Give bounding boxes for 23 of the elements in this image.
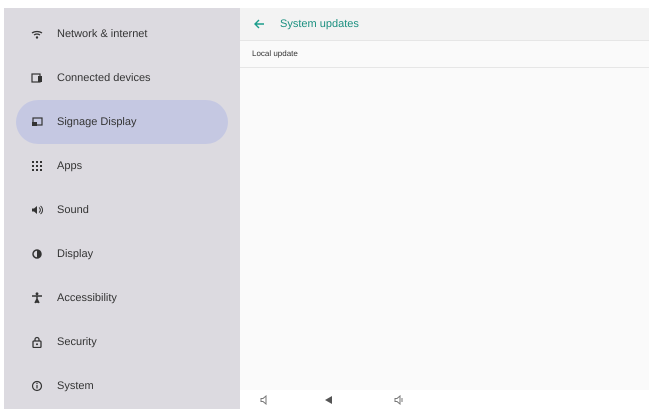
info-icon: [31, 380, 43, 392]
sidebar-item[interactable]: Network & internet: [16, 12, 228, 56]
lock-icon: [31, 336, 43, 348]
speaker-icon: [31, 204, 43, 216]
screen-icon: [31, 116, 43, 128]
sidebar-item[interactable]: Signage Display: [16, 100, 228, 144]
sidebar-item[interactable]: Sound: [16, 188, 228, 232]
sidebar-item[interactable]: Apps: [16, 144, 228, 188]
sidebar-item[interactable]: Connected devices: [16, 56, 228, 100]
sidebar-item[interactable]: System: [16, 364, 228, 408]
sidebar-item[interactable]: Accessibility: [16, 276, 228, 320]
back-triangle-icon[interactable]: [325, 396, 333, 404]
half-circle-icon: [31, 248, 43, 260]
sidebar-item[interactable]: Security: [16, 320, 228, 364]
volume-up-icon[interactable]: [394, 394, 404, 404]
devices-icon: [31, 72, 43, 84]
person-icon: [31, 292, 43, 304]
sidebar-item[interactable]: Display: [16, 232, 228, 276]
back-arrow-icon[interactable]: [252, 17, 266, 31]
grid-icon: [31, 160, 43, 172]
wifi-icon: [31, 28, 43, 40]
list-item[interactable]: Local update: [240, 41, 649, 68]
page-title: System updates: [280, 16, 359, 32]
